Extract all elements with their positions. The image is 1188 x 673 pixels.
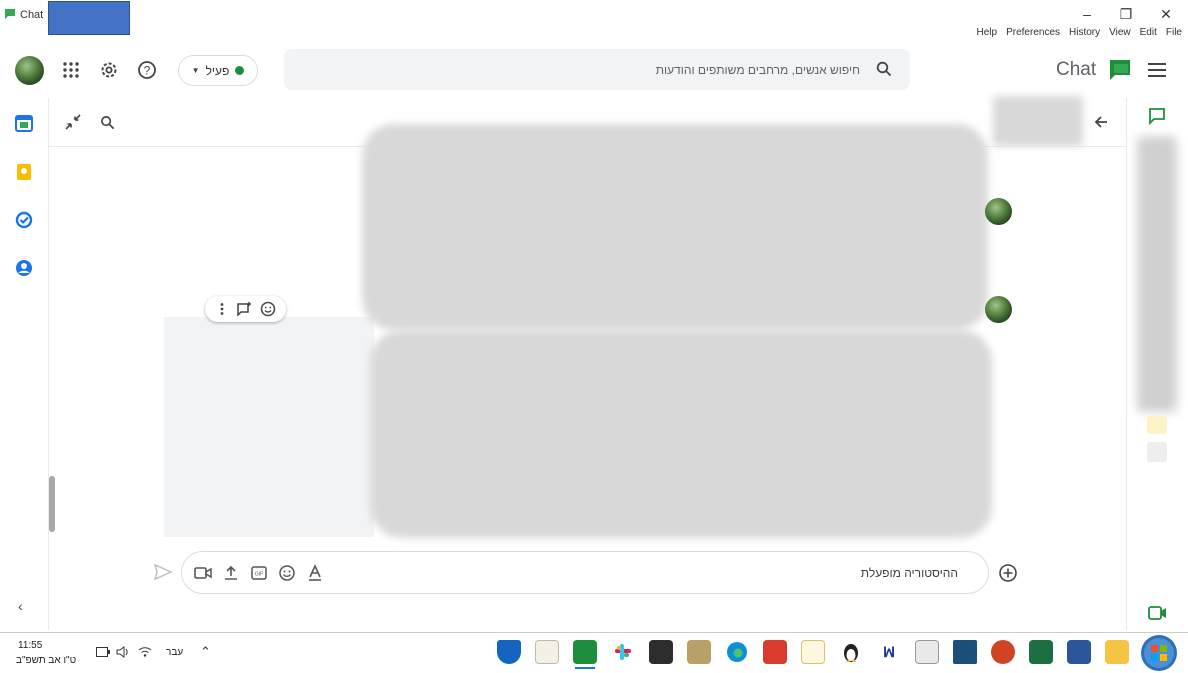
chevron-down-icon: ▼: [191, 66, 200, 75]
menu-bar: Help Preferences History View Edit File: [977, 27, 1182, 38]
wifi-icon[interactable]: [138, 647, 152, 657]
diagram-app-icon[interactable]: [915, 640, 939, 664]
back-arrow-icon[interactable]: [1093, 114, 1109, 130]
hovered-message-highlight: [164, 317, 374, 537]
video-meeting-icon[interactable]: [194, 564, 212, 582]
restore-button[interactable]: ❐: [1114, 4, 1138, 24]
main-menu-icon[interactable]: [1148, 62, 1166, 78]
redacted-message-2: [370, 330, 992, 538]
notes-app-icon[interactable]: [801, 640, 825, 664]
menu-edit[interactable]: Edit: [1140, 27, 1157, 38]
status-label: פעיל: [205, 63, 230, 78]
collapse-icon[interactable]: [64, 113, 82, 131]
chat-brand-label: Chat: [1056, 59, 1097, 80]
app-launcher-icon[interactable]: ꟽ: [877, 640, 901, 664]
file-explorer-icon[interactable]: [1105, 640, 1129, 664]
panel-divider: [1126, 98, 1127, 630]
side-widget-yellow[interactable]: [1147, 416, 1167, 434]
excel-icon[interactable]: [1029, 640, 1053, 664]
google-chat-logo-icon: [1110, 60, 1130, 80]
close-button[interactable]: ✕: [1154, 4, 1178, 24]
emoji-icon[interactable]: [278, 564, 296, 582]
active-status-dot: [235, 66, 245, 75]
account-avatar[interactable]: [15, 56, 44, 85]
side-widget-gray[interactable]: [1147, 442, 1167, 462]
volume-icon[interactable]: [116, 646, 130, 658]
settings-gear-icon[interactable]: [99, 60, 119, 80]
more-options-icon[interactable]: [215, 302, 229, 316]
chat-tab-icon[interactable]: [1148, 107, 1166, 125]
redacted-title-block: [48, 1, 130, 35]
send-icon[interactable]: [153, 563, 173, 581]
window-title-bar: [0, 0, 1188, 28]
scrollbar-thumb[interactable]: [49, 476, 55, 532]
text-format-icon[interactable]: [306, 564, 324, 582]
message-actions-toolbar: [205, 296, 286, 322]
redacted-message-1: [362, 124, 988, 330]
document-app-icon[interactable]: [763, 640, 787, 664]
add-reaction-icon[interactable]: [260, 301, 276, 317]
redacted-side-content: [1137, 136, 1177, 412]
edge-browser-icon[interactable]: [725, 640, 749, 664]
thread-search-icon[interactable]: [100, 115, 115, 130]
battery-icon[interactable]: [96, 647, 110, 657]
database-app-icon[interactable]: [953, 640, 977, 664]
clock-date[interactable]: ט"ו אב תשפ"ב: [16, 655, 76, 666]
menu-history[interactable]: History: [1069, 27, 1100, 38]
chat-app-icon: [5, 9, 15, 19]
archive-app-icon[interactable]: [535, 640, 559, 664]
reply-in-thread-icon[interactable]: [236, 302, 252, 316]
menu-view[interactable]: View: [1109, 27, 1131, 38]
svg-text:GIF: GIF: [255, 572, 263, 578]
collapse-rail-chevron-icon[interactable]: ‹: [18, 598, 23, 614]
slack-icon[interactable]: [611, 640, 635, 664]
menu-preferences[interactable]: Preferences: [1006, 27, 1060, 38]
chat-taskbar-icon[interactable]: [573, 640, 597, 664]
search-bar[interactable]: חיפוש אנשים, מרחבים משותפים והודעות: [284, 49, 910, 90]
tasks-icon[interactable]: [14, 210, 34, 230]
meet-video-icon[interactable]: [1148, 605, 1168, 621]
add-attachment-icon[interactable]: [998, 563, 1018, 583]
start-button-icon[interactable]: [1140, 634, 1178, 672]
menu-help[interactable]: Help: [977, 27, 998, 38]
search-icon[interactable]: [876, 61, 892, 77]
utility-app-icon[interactable]: [687, 640, 711, 664]
minimize-button[interactable]: –: [1075, 4, 1099, 24]
menu-file[interactable]: File: [1166, 27, 1182, 38]
upload-file-icon[interactable]: [222, 564, 240, 582]
tray-expand-chevron-icon[interactable]: ⌃: [200, 644, 211, 660]
security-shield-icon[interactable]: [497, 640, 521, 664]
pane-divider: [48, 98, 49, 630]
svg-text:?: ?: [144, 64, 151, 78]
keyboard-language[interactable]: עבר: [166, 647, 183, 658]
word-icon[interactable]: [1067, 640, 1091, 664]
clock-time[interactable]: 11:55: [18, 640, 42, 651]
gif-icon[interactable]: GIF: [250, 564, 268, 582]
active-app-indicator: [575, 667, 595, 669]
keep-icon[interactable]: [14, 162, 34, 182]
calendar-icon[interactable]: [14, 113, 34, 133]
terminal-icon[interactable]: [649, 640, 673, 664]
search-placeholder: חיפוש אנשים, מרחבים משותפים והודעות: [655, 63, 860, 77]
sender-avatar[interactable]: [985, 198, 1012, 225]
status-dropdown[interactable]: ▼ פעיל: [178, 55, 258, 86]
sender-avatar[interactable]: [985, 296, 1012, 323]
window-title: Chat: [20, 9, 44, 21]
linux-tux-icon[interactable]: [839, 640, 863, 664]
help-icon[interactable]: ?: [137, 60, 157, 80]
contacts-icon[interactable]: [14, 258, 34, 278]
powerpoint-icon[interactable]: [991, 640, 1015, 664]
apps-grid-icon[interactable]: [62, 61, 80, 79]
message-compose-box[interactable]: GIF ההיסטוריה מופעלת: [181, 551, 989, 594]
redacted-conversation-title: [993, 96, 1083, 146]
compose-placeholder: ההיסטוריה מופעלת: [860, 566, 958, 580]
